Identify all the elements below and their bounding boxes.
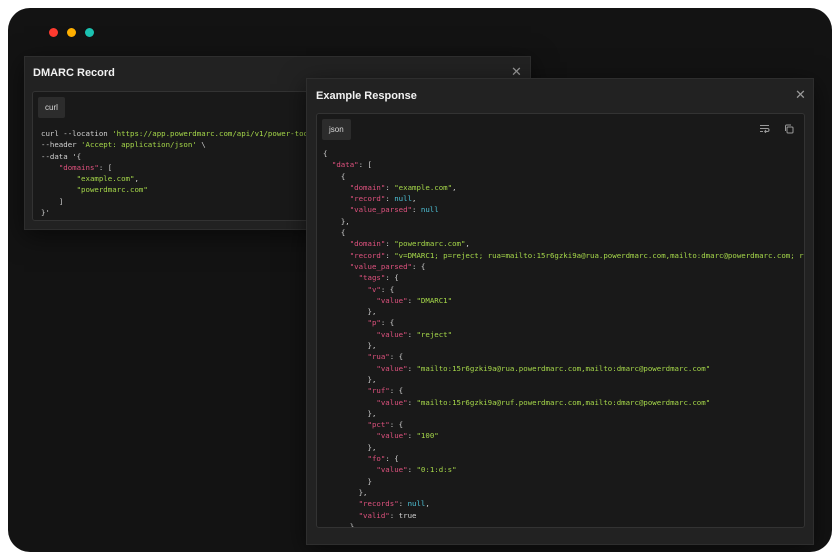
wrap-lines-icon[interactable] bbox=[759, 124, 770, 133]
json-tab[interactable]: json bbox=[322, 119, 351, 140]
example-response-title: Example Response bbox=[316, 90, 417, 102]
curl-tab[interactable]: curl bbox=[38, 97, 65, 118]
window-minimize-dot[interactable] bbox=[67, 28, 76, 37]
window-close-dot[interactable] bbox=[49, 28, 58, 37]
close-icon[interactable]: ✕ bbox=[795, 88, 806, 101]
curl-code: curl --location 'https://app.powerdmarc.… bbox=[41, 129, 308, 218]
window-maximize-dot[interactable] bbox=[85, 28, 94, 37]
app-window: DMARC Record ✕ curl curl --location 'htt… bbox=[8, 8, 832, 552]
example-response-panel: Example Response ✕ json { "data": [ { "d… bbox=[306, 78, 814, 545]
copy-icon[interactable] bbox=[784, 124, 794, 134]
dmarc-record-title: DMARC Record bbox=[33, 67, 115, 79]
close-icon[interactable]: ✕ bbox=[511, 65, 522, 78]
json-code-block: json { "data": [ { "domain": "example.co… bbox=[316, 113, 805, 528]
json-code: { "data": [ { "domain": "example.com", "… bbox=[323, 149, 805, 528]
